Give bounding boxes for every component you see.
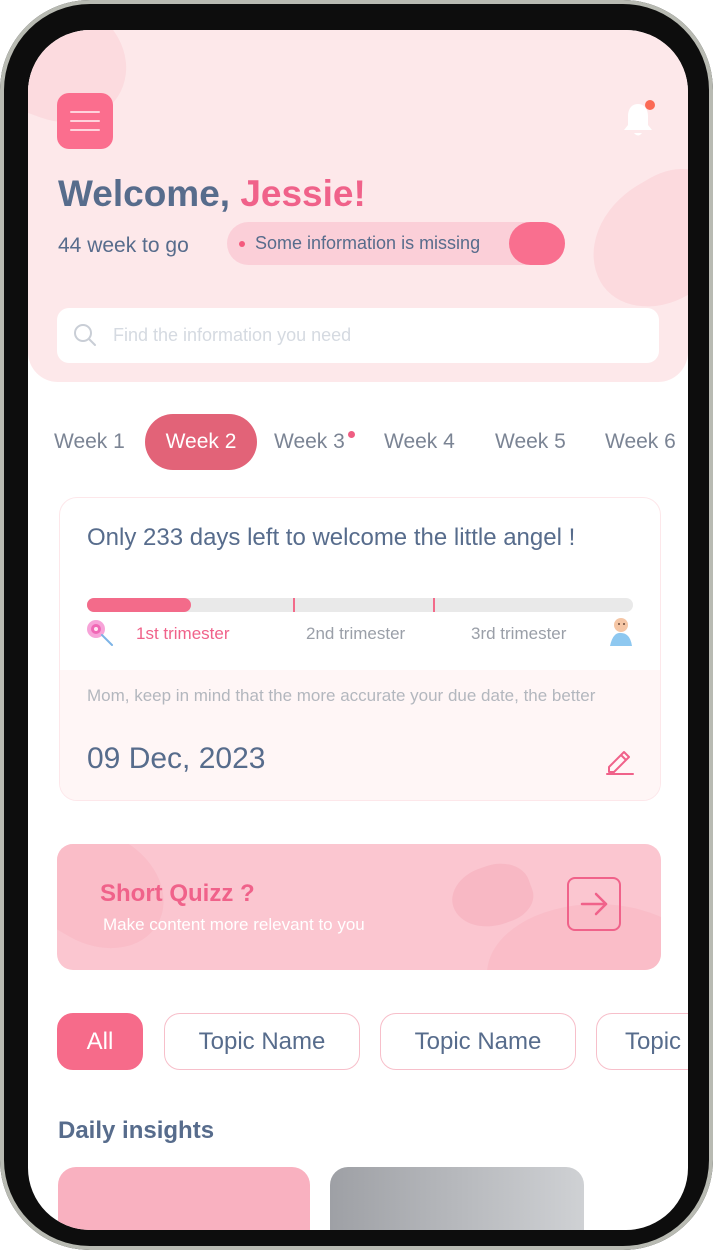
greeting-text: Welcome,: [58, 173, 231, 214]
notification-dot: [645, 100, 655, 110]
baby-icon: [610, 618, 632, 646]
decor-blob: [568, 150, 688, 330]
tab-week-2[interactable]: Week 2: [145, 414, 257, 470]
weeks-to-go: 44 week to go: [58, 234, 189, 257]
welcome-title: Welcome, Jessie!: [58, 173, 366, 215]
missing-info-toggle[interactable]: Some information is missing: [227, 222, 565, 265]
search-input[interactable]: Find the information you need: [113, 325, 351, 346]
quiz-title: Short Quizz ?: [100, 880, 255, 907]
header-panel: Welcome, Jessie! 44 week to go Some info…: [28, 30, 688, 382]
tab-week-1[interactable]: Week 1: [54, 414, 125, 470]
trimester-marker: [433, 598, 435, 612]
trimester-marker: [293, 598, 295, 612]
topic-chip[interactable]: Topic Name: [380, 1013, 576, 1070]
tab-week-6[interactable]: Week 6: [605, 414, 676, 470]
trimester-1-label: 1st trimester: [136, 624, 230, 643]
search-icon: [74, 324, 96, 346]
menu-icon-line: [70, 111, 100, 113]
phone-frame: Welcome, Jessie! 44 week to go Some info…: [0, 0, 713, 1250]
insight-card[interactable]: [58, 1167, 310, 1230]
menu-icon-line: [70, 120, 100, 122]
week-3-dot: [348, 431, 355, 438]
missing-info-label: Some information is missing: [255, 233, 481, 253]
missing-info-dot: [239, 241, 245, 247]
app-screen: Welcome, Jessie! 44 week to go Some info…: [28, 30, 688, 1230]
topic-chip[interactable]: Topic Name: [164, 1013, 360, 1070]
quiz-banner[interactable]: Short Quizz ? Make content more relevant…: [57, 844, 661, 970]
edit-icon[interactable]: [603, 743, 635, 775]
topic-chip[interactable]: Topic: [596, 1013, 688, 1070]
days-left-headline: Only 233 days left to welcome the little…: [87, 524, 576, 551]
insight-card[interactable]: [330, 1167, 584, 1230]
trimester-3-label: 3rd trimester: [471, 624, 567, 643]
progress-track: [87, 598, 633, 612]
flower-icon: [87, 620, 113, 646]
due-date-value: 09 Dec, 2023: [87, 742, 266, 775]
tab-week-5[interactable]: Week 5: [495, 414, 566, 470]
pregnancy-progress-card: Only 233 days left to welcome the little…: [59, 497, 661, 801]
topic-chip-all[interactable]: All: [57, 1013, 143, 1070]
quiz-arrow-button[interactable]: [567, 877, 621, 931]
tab-week-4[interactable]: Week 4: [384, 414, 455, 470]
quiz-subtitle: Make content more relevant to you: [103, 915, 365, 934]
arrow-right-icon: [580, 892, 608, 916]
due-date-note: Mom, keep in mind that the more accurate…: [87, 686, 596, 705]
week-tabs: Week 1 Week 2 Week 3 Week 4 Week 5 Week …: [28, 414, 688, 470]
user-name: Jessie!: [240, 173, 366, 214]
progress-fill: [87, 598, 191, 612]
menu-icon-line: [70, 129, 100, 131]
search-bar[interactable]: Find the information you need: [57, 308, 659, 363]
trimester-2-label: 2nd trimester: [306, 624, 406, 643]
tab-week-3[interactable]: Week 3: [274, 414, 345, 470]
toggle-knob[interactable]: [509, 222, 565, 265]
daily-insights-title: Daily insights: [58, 1117, 215, 1144]
menu-button[interactable]: [57, 93, 113, 149]
